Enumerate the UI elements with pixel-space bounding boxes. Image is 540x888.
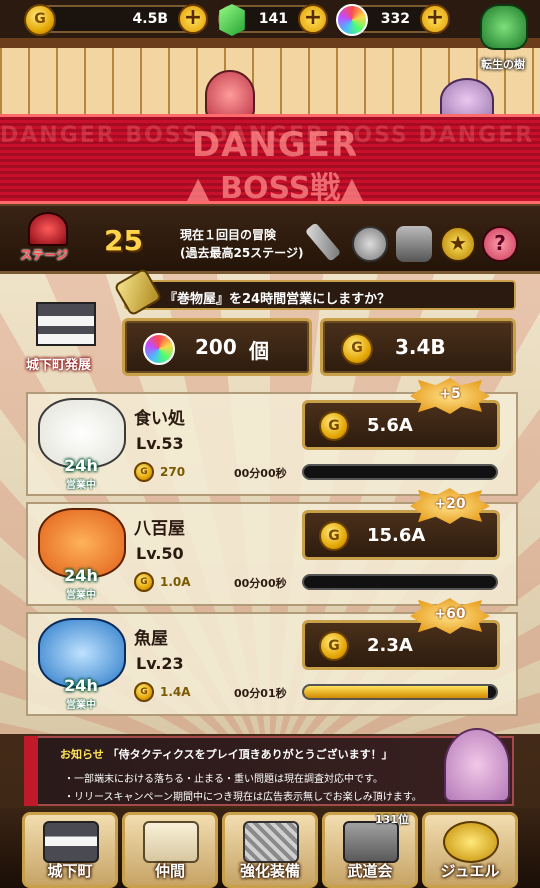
gold-coin-icon: G: [134, 682, 154, 702]
shield-icon[interactable]: [352, 226, 388, 262]
samurai-helmet-icon: [28, 212, 68, 246]
tab-jewel[interactable]: ジュエル: [422, 812, 518, 888]
guide-character: [444, 728, 510, 802]
shop-timer: 00分00秒: [234, 467, 287, 480]
stage-info: 現在１回目の冒険 (過去最高25ステージ): [180, 228, 304, 260]
scroll-unit: 個: [249, 339, 269, 363]
gold-counter: G 4.5B +: [24, 4, 208, 36]
town-panel: 城下町発展 『巻物屋』を24時間営業にしますか？ 200 個 G 3.4B 24…: [0, 267, 540, 734]
stage-bar: ステージ 25 現在１回目の冒険 (過去最高25ステージ) ★ ?: [0, 206, 540, 274]
rebirth-tree-button[interactable]: 転生の樹: [472, 4, 534, 74]
arena-rank: 131位: [375, 813, 409, 826]
progress-fill: [304, 686, 489, 698]
crossed-swords-icon: [243, 821, 299, 863]
gold-amount: 4.5B: [132, 11, 168, 27]
bottom-nav: 城下町 仲間 強化装備 131位 武道会 ジュエル: [0, 808, 540, 888]
shop-level: Lv.50: [136, 544, 184, 563]
tab-party[interactable]: 仲間: [122, 812, 218, 888]
boss-warning-banner: DANGER BOSS DANGER BOSS DANGER BOSS DANG…: [0, 114, 540, 204]
stage-number: 25: [104, 224, 143, 257]
gold-coin-icon: G: [319, 631, 349, 661]
torii-gate-icon: [343, 821, 399, 863]
castle-icon: [43, 821, 99, 863]
bonus-burst: +20: [410, 488, 490, 524]
shop-name: 食い処: [134, 409, 185, 429]
shop-row[interactable]: 24h 営業中 食い処 Lv.53 G 5.6A +5 G 270 00分00秒: [26, 378, 518, 496]
star-icon[interactable]: ★: [440, 226, 476, 262]
danger-text: DANGER: [191, 125, 359, 165]
scroll-shop-prompt[interactable]: 『巻物屋』を24時間営業にしますか？: [124, 280, 516, 310]
gold-coin-icon: G: [24, 4, 56, 36]
gold-coin-icon: G: [134, 572, 154, 592]
gold-coin-icon: G: [134, 462, 154, 482]
gold-coin-icon: G: [319, 411, 349, 441]
upgrade-cost[interactable]: G 270: [134, 462, 214, 484]
scroll-stock: 200 個: [122, 318, 312, 376]
armor-icon[interactable]: [396, 226, 432, 262]
shop-name: 魚屋: [134, 629, 168, 649]
town-gold: G 3.4B: [320, 318, 516, 376]
shop-row[interactable]: 24h 営業中 八百屋 Lv.50 G 15.6A +20 G 1.0A 00分…: [26, 488, 518, 606]
tab-equip[interactable]: 強化装備: [222, 812, 318, 888]
battle-scene: [0, 38, 540, 122]
bonus-burst: +5: [410, 378, 490, 414]
jewel-counter: 332 +: [336, 4, 450, 36]
tab-arena[interactable]: 131位 武道会: [322, 812, 418, 888]
rebirth-tree-label: 転生の樹: [481, 58, 525, 71]
gold-coin-icon: G: [319, 521, 349, 551]
gem-amount: 141: [258, 11, 288, 27]
help-icon[interactable]: ?: [482, 226, 518, 262]
currency-bar: G 4.5B + 141 + 332 +: [0, 0, 540, 38]
shop-name: 八百屋: [134, 519, 185, 539]
gold-coin-icon: G: [341, 333, 373, 365]
scroll-count: 200: [195, 335, 237, 359]
shop-level: Lv.53: [136, 434, 184, 453]
gem-counter: 141 +: [218, 4, 328, 36]
news-title: お知らせ: [60, 748, 104, 761]
game-screen: G 4.5B + 141 + 332 + 転生の樹 DANGER BOSS DA…: [0, 0, 540, 888]
heroine-sprite: [205, 70, 255, 120]
scroll-list-icon: [143, 821, 199, 863]
news-headline: 「侍タクティクスをプレイ頂きありがとうございます！」: [107, 748, 393, 761]
add-jewel-button[interactable]: +: [420, 4, 450, 34]
tree-icon: [480, 4, 528, 50]
bonus-burst: +60: [410, 598, 490, 634]
town-label: 城下町発展: [26, 358, 92, 373]
jewel-icon: [336, 4, 368, 36]
tab-town[interactable]: 城下町: [22, 812, 118, 888]
jewel-shop-icon: [443, 821, 499, 863]
boss-battle-text: ▲ BOSS戦▲: [186, 171, 364, 204]
stage-label: ステージ: [20, 248, 68, 262]
upgrade-cost[interactable]: G 1.0A: [134, 572, 214, 594]
progress-bar: [302, 464, 498, 480]
town-gold-amount: 3.4B: [395, 335, 446, 359]
news-panel[interactable]: お知らせ 「侍タクティクスをプレイ頂きありがとうございます！」 ・一部端末におけ…: [24, 728, 514, 806]
sword-icon[interactable]: [304, 222, 342, 262]
upgrade-cost[interactable]: G 1.4A: [134, 682, 214, 704]
add-gem-button[interactable]: +: [298, 4, 328, 34]
castle-icon: [36, 290, 96, 354]
green-gem-icon: [219, 4, 245, 36]
shop-level: Lv.23: [136, 654, 184, 673]
progress-bar: [302, 574, 498, 590]
jewel-icon: [143, 333, 175, 365]
jewel-amount: 332: [380, 11, 410, 27]
progress-bar: [302, 684, 498, 700]
shop-row[interactable]: 24h 営業中 魚屋 Lv.23 G 2.3A +60 G 1.4A 00分01…: [26, 598, 518, 716]
news-line: ・一部端末における落ちる・止まる・重い問題は現在調査対応中です。: [64, 774, 383, 785]
news-line: ・リリースキャンペーン期間中につき現在は広告表示無しでお楽しみ頂けます。: [64, 792, 422, 803]
add-gold-button[interactable]: +: [178, 4, 208, 34]
shop-timer: 00分00秒: [234, 577, 287, 590]
shop-timer: 00分01秒: [234, 687, 287, 700]
